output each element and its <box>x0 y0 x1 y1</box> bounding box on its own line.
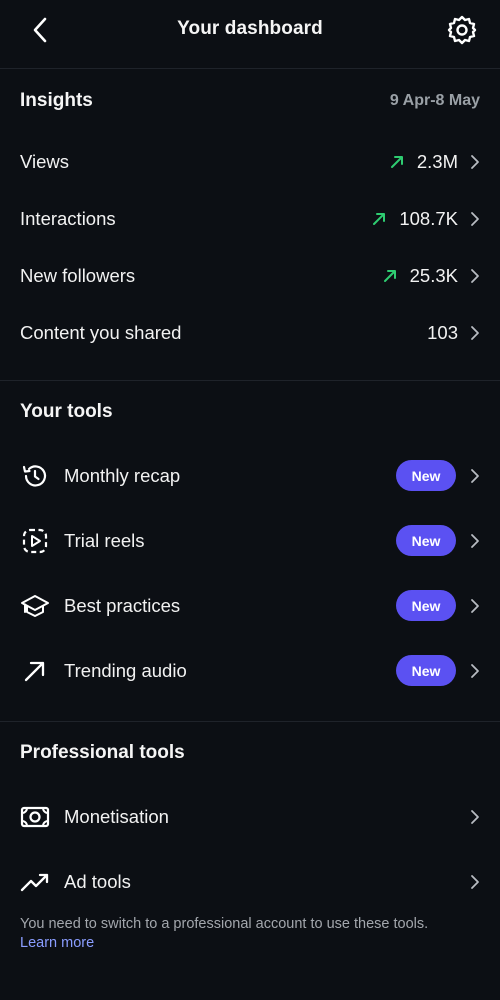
settings-button[interactable] <box>446 12 478 48</box>
insights-section: Insights 9 Apr-8 May Views 2.3M Interact… <box>0 69 500 380</box>
chevron-right-icon <box>470 154 480 170</box>
professional-note: You need to switch to a professional acc… <box>0 915 500 953</box>
insight-row-interactions[interactable]: Interactions 108.7K <box>0 190 500 247</box>
chevron-right-icon <box>470 809 480 825</box>
tool-row-best-practices[interactable]: Best practices New <box>0 573 500 638</box>
insights-header: Insights 9 Apr-8 May <box>0 69 500 133</box>
insights-title: Insights <box>20 90 93 111</box>
graduation-cap-icon <box>20 591 50 621</box>
date-range[interactable]: 9 Apr-8 May <box>390 92 480 110</box>
tools-header: Your tools <box>0 381 500 443</box>
new-badge: New <box>396 655 456 686</box>
tool-row-trial-reels[interactable]: Trial reels New <box>0 508 500 573</box>
new-badge: New <box>396 590 456 621</box>
trend-up-icon <box>389 154 405 170</box>
row-label: Interactions <box>20 207 116 229</box>
metric-value: 25.3K <box>409 264 458 286</box>
trend-line-icon <box>20 867 50 897</box>
chevron-right-icon <box>470 468 480 484</box>
professional-header: Professional tools <box>0 722 500 784</box>
tool-row-trending-audio[interactable]: Trending audio New <box>0 638 500 703</box>
chevron-right-icon <box>470 874 480 890</box>
arrow-up-right-icon <box>20 656 50 686</box>
your-tools-section: Your tools Monthly recap New Trial reels… <box>0 381 500 721</box>
chevron-right-icon <box>470 268 480 284</box>
chevron-right-icon <box>470 211 480 227</box>
tool-row-monthly-recap[interactable]: Monthly recap New <box>0 443 500 508</box>
insight-row-views[interactable]: Views 2.3M <box>0 133 500 190</box>
history-icon <box>20 461 50 491</box>
learn-more-link[interactable]: Learn more <box>20 934 480 953</box>
pro-row-monetisation[interactable]: Monetisation <box>0 784 500 849</box>
pro-row-ad-tools[interactable]: Ad tools <box>0 849 500 914</box>
trend-up-icon <box>371 211 387 227</box>
note-text: You need to switch to a professional acc… <box>20 916 429 932</box>
gear-icon <box>447 15 477 45</box>
reels-dashed-icon <box>20 526 50 556</box>
chevron-right-icon <box>470 663 480 679</box>
trend-up-icon <box>382 268 398 284</box>
metric-value: 108.7K <box>399 207 458 229</box>
new-badge: New <box>396 525 456 556</box>
insight-row-content-shared[interactable]: Content you shared 103 <box>0 304 500 361</box>
new-badge: New <box>396 460 456 491</box>
chevron-right-icon <box>470 533 480 549</box>
chevron-right-icon <box>470 325 480 341</box>
row-label: Trending audio <box>64 659 187 681</box>
money-icon <box>20 802 50 832</box>
chevron-right-icon <box>470 598 480 614</box>
row-label: New followers <box>20 264 136 286</box>
professional-tools-section: Professional tools Monetisation Ad tools… <box>0 722 500 953</box>
insight-row-new-followers[interactable]: New followers 25.3K <box>0 247 500 304</box>
row-label: Ad tools <box>64 870 131 892</box>
row-label: Monetisation <box>64 805 169 827</box>
metric-value: 2.3M <box>416 150 458 172</box>
row-label: Monthly recap <box>64 464 181 486</box>
row-label: Views <box>20 150 70 172</box>
row-label: Content you shared <box>20 321 182 343</box>
tools-title: Your tools <box>20 401 113 422</box>
row-label: Trial reels <box>64 529 145 551</box>
top-bar: Your dashboard <box>0 0 500 69</box>
professional-title: Professional tools <box>20 742 185 763</box>
page-title: Your dashboard <box>177 18 323 39</box>
metric-value: 103 <box>427 321 458 343</box>
row-label: Best practices <box>64 594 181 616</box>
